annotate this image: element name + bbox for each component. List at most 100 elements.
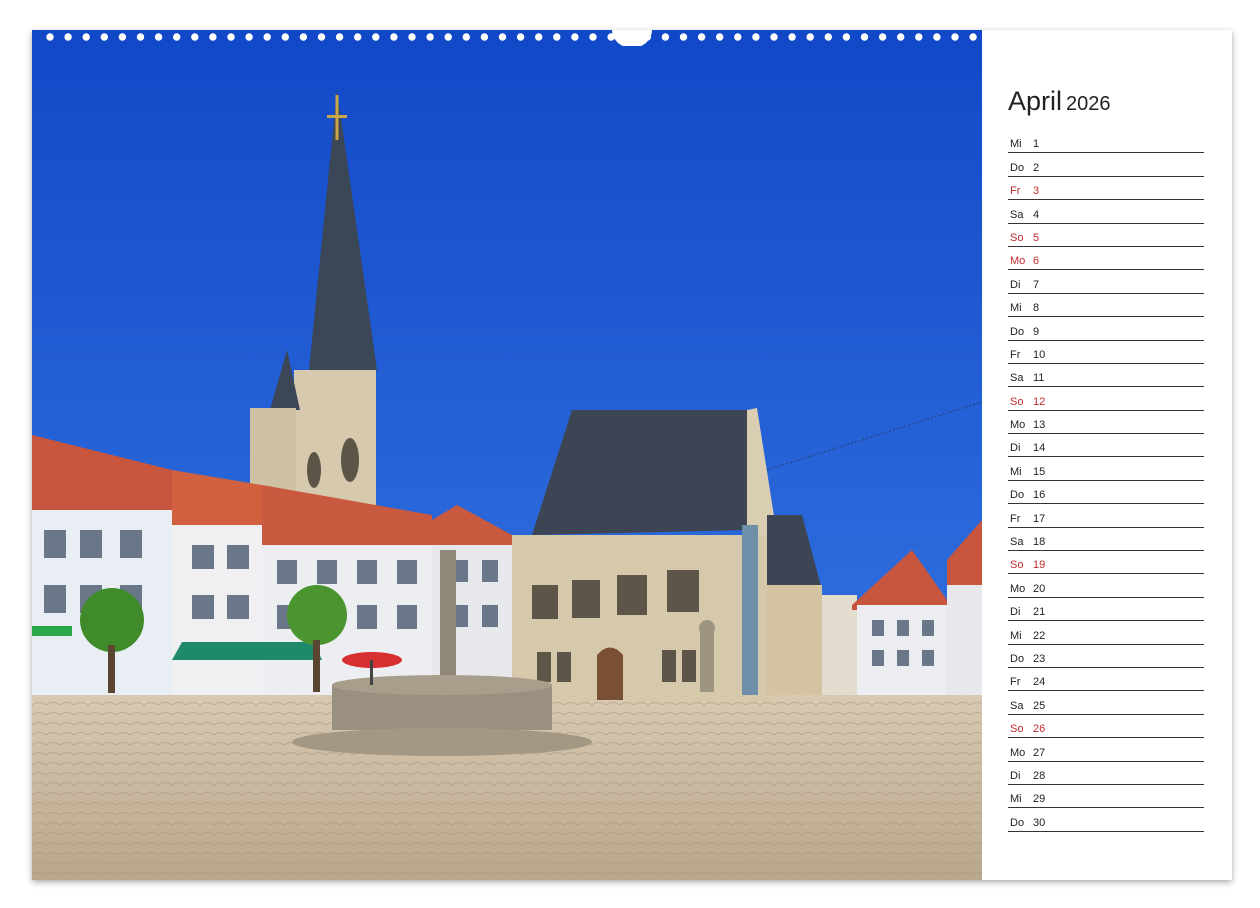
day-weekday: Mo [1010,746,1026,759]
day-number: 17 [1033,512,1046,525]
binding-hole [697,33,706,41]
day-number: 26 [1033,723,1046,736]
day-number: 21 [1033,606,1046,619]
binding-hole [535,33,543,41]
binding-hole [553,33,561,41]
day-weekday: Do [1010,489,1025,502]
day-number: 18 [1033,536,1046,549]
day-number: 24 [1033,676,1046,689]
day-number: 5 [1033,231,1040,244]
binding-hole [770,33,778,41]
binding-hole [173,33,181,41]
calendar-day-row: Mo 20 [1008,574,1204,598]
binding-hole [589,33,597,41]
binding-hole [354,33,362,41]
binding-hole [317,33,326,41]
day-list: Mi 1 Do 2 Fr 3 Sa 4 So 5 Mo 6 Di 7 Mi 8 Do 9 Fr 10 Sa 11 So 12 M… [1008,130,1204,832]
day-weekday: So [1010,559,1024,572]
day-weekday: Mo [1010,582,1026,595]
binding-hole [426,33,434,41]
binding-hole [154,33,163,41]
binding-hole [263,33,271,41]
calendar-day-row: Fr 17 [1008,504,1204,528]
binding-hole [933,33,941,41]
binding-hole [209,33,217,41]
day-number: 30 [1033,816,1046,829]
calendar-day-row: Di 21 [1008,598,1204,622]
calendar-day-row: Mi 15 [1008,457,1204,481]
day-number: 20 [1033,582,1046,595]
calendar-day-row: Mi 8 [1008,294,1204,318]
day-weekday: Fr [1010,185,1021,198]
day-weekday: Do [1010,816,1025,829]
day-number: 6 [1033,255,1040,268]
day-weekday: Di [1010,278,1021,291]
day-number: 22 [1033,629,1046,642]
binding-hole [335,33,344,41]
calendar-day-row: Do 23 [1008,645,1204,668]
binding-hole [498,33,507,41]
binding-hole [571,33,579,41]
day-number: 2 [1033,161,1040,174]
binding-hole [716,33,724,41]
binding-hole [752,33,760,41]
calendar-year: 2026 [1066,93,1111,115]
day-weekday: Mi [1010,138,1022,151]
day-weekday: Mi [1010,793,1022,806]
calendar-title: April 2026 [1008,86,1111,117]
binding-hole [824,33,832,41]
binding-hole [245,33,253,41]
calendar-day-row: Sa 4 [1008,200,1204,224]
day-number: 1 [1033,138,1040,151]
hanger-notch [612,30,652,46]
binding-hole [390,33,398,41]
day-number: 27 [1033,746,1046,759]
day-number: 4 [1033,208,1040,221]
day-weekday: Mi [1010,465,1022,478]
day-weekday: Di [1010,769,1021,782]
binding-hole [100,33,109,41]
calendar-day-row: Sa 25 [1008,691,1204,715]
binding-hole [191,33,199,41]
calendar-day-row: Do 16 [1008,481,1204,505]
day-number: 10 [1033,348,1046,361]
binding-hole [372,33,380,41]
day-weekday: So [1010,395,1024,408]
day-weekday: Fr [1010,348,1021,361]
calendar-day-row: Mi 1 [1008,130,1204,154]
day-number: 3 [1033,185,1040,198]
day-weekday: Mo [1010,255,1026,268]
calendar-day-row: Mo 6 [1008,247,1204,271]
day-weekday: Do [1010,161,1025,174]
day-weekday: Sa [1010,699,1024,712]
calendar-day-row: Sa 11 [1008,364,1204,388]
binding-hole [480,33,489,41]
binding-hole [516,33,525,41]
day-number: 7 [1033,278,1040,291]
day-weekday: Mi [1010,302,1022,315]
calendar-photo [32,30,982,880]
calendar-day-row: Fr 10 [1008,341,1204,364]
calendar-day-row: Di 14 [1008,434,1204,458]
binding-hole [462,33,470,41]
day-weekday: Sa [1010,372,1024,385]
calendar-day-row: Fr 24 [1008,668,1204,692]
binding-hole [897,33,905,41]
binding-hole [136,33,145,41]
photo-illustration [32,30,982,880]
calendar-day-row: So 26 [1008,715,1204,739]
day-number: 9 [1033,325,1040,338]
day-number: 28 [1033,769,1046,782]
calendar-day-row: Do 2 [1008,153,1204,177]
calendar-day-row: So 5 [1008,224,1204,247]
binding-hole [915,33,923,41]
day-number: 11 [1033,372,1045,385]
day-weekday: Do [1010,652,1025,665]
binding-hole [878,33,887,41]
binding-hole [281,33,290,41]
binding-hole [969,33,977,41]
binding-hole [806,33,814,41]
day-number: 16 [1033,489,1046,502]
day-weekday: Fr [1010,676,1021,689]
calendar-day-row: Mo 13 [1008,411,1204,435]
